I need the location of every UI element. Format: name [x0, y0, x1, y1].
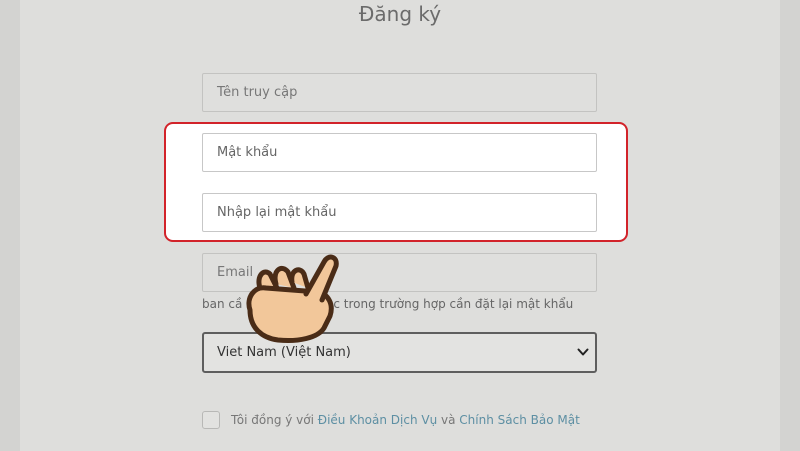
chevron-down-icon [577, 348, 589, 356]
username-field[interactable]: Tên truy cập [202, 73, 597, 112]
agree-checkbox[interactable] [202, 411, 220, 429]
pointing-hand-icon [246, 254, 339, 343]
agree-text: Tôi đồng ý với Điều Khoản Dịch Vụ và Chí… [231, 413, 580, 427]
confirm-password-field[interactable]: Nhập lại mật khẩu [202, 193, 597, 232]
password-field[interactable]: Mật khẩu [202, 133, 597, 172]
terms-link[interactable]: Điều Khoản Dịch Vụ [318, 413, 437, 427]
page-title: Đăng ký [358, 2, 442, 26]
country-select-value: Viet Nam (Việt Nam) [217, 345, 351, 360]
email-helper-end: c trong trường hợp cần đặt lại mật khẩu [333, 297, 574, 311]
privacy-link[interactable]: Chính Sách Bảo Mật [459, 413, 580, 427]
